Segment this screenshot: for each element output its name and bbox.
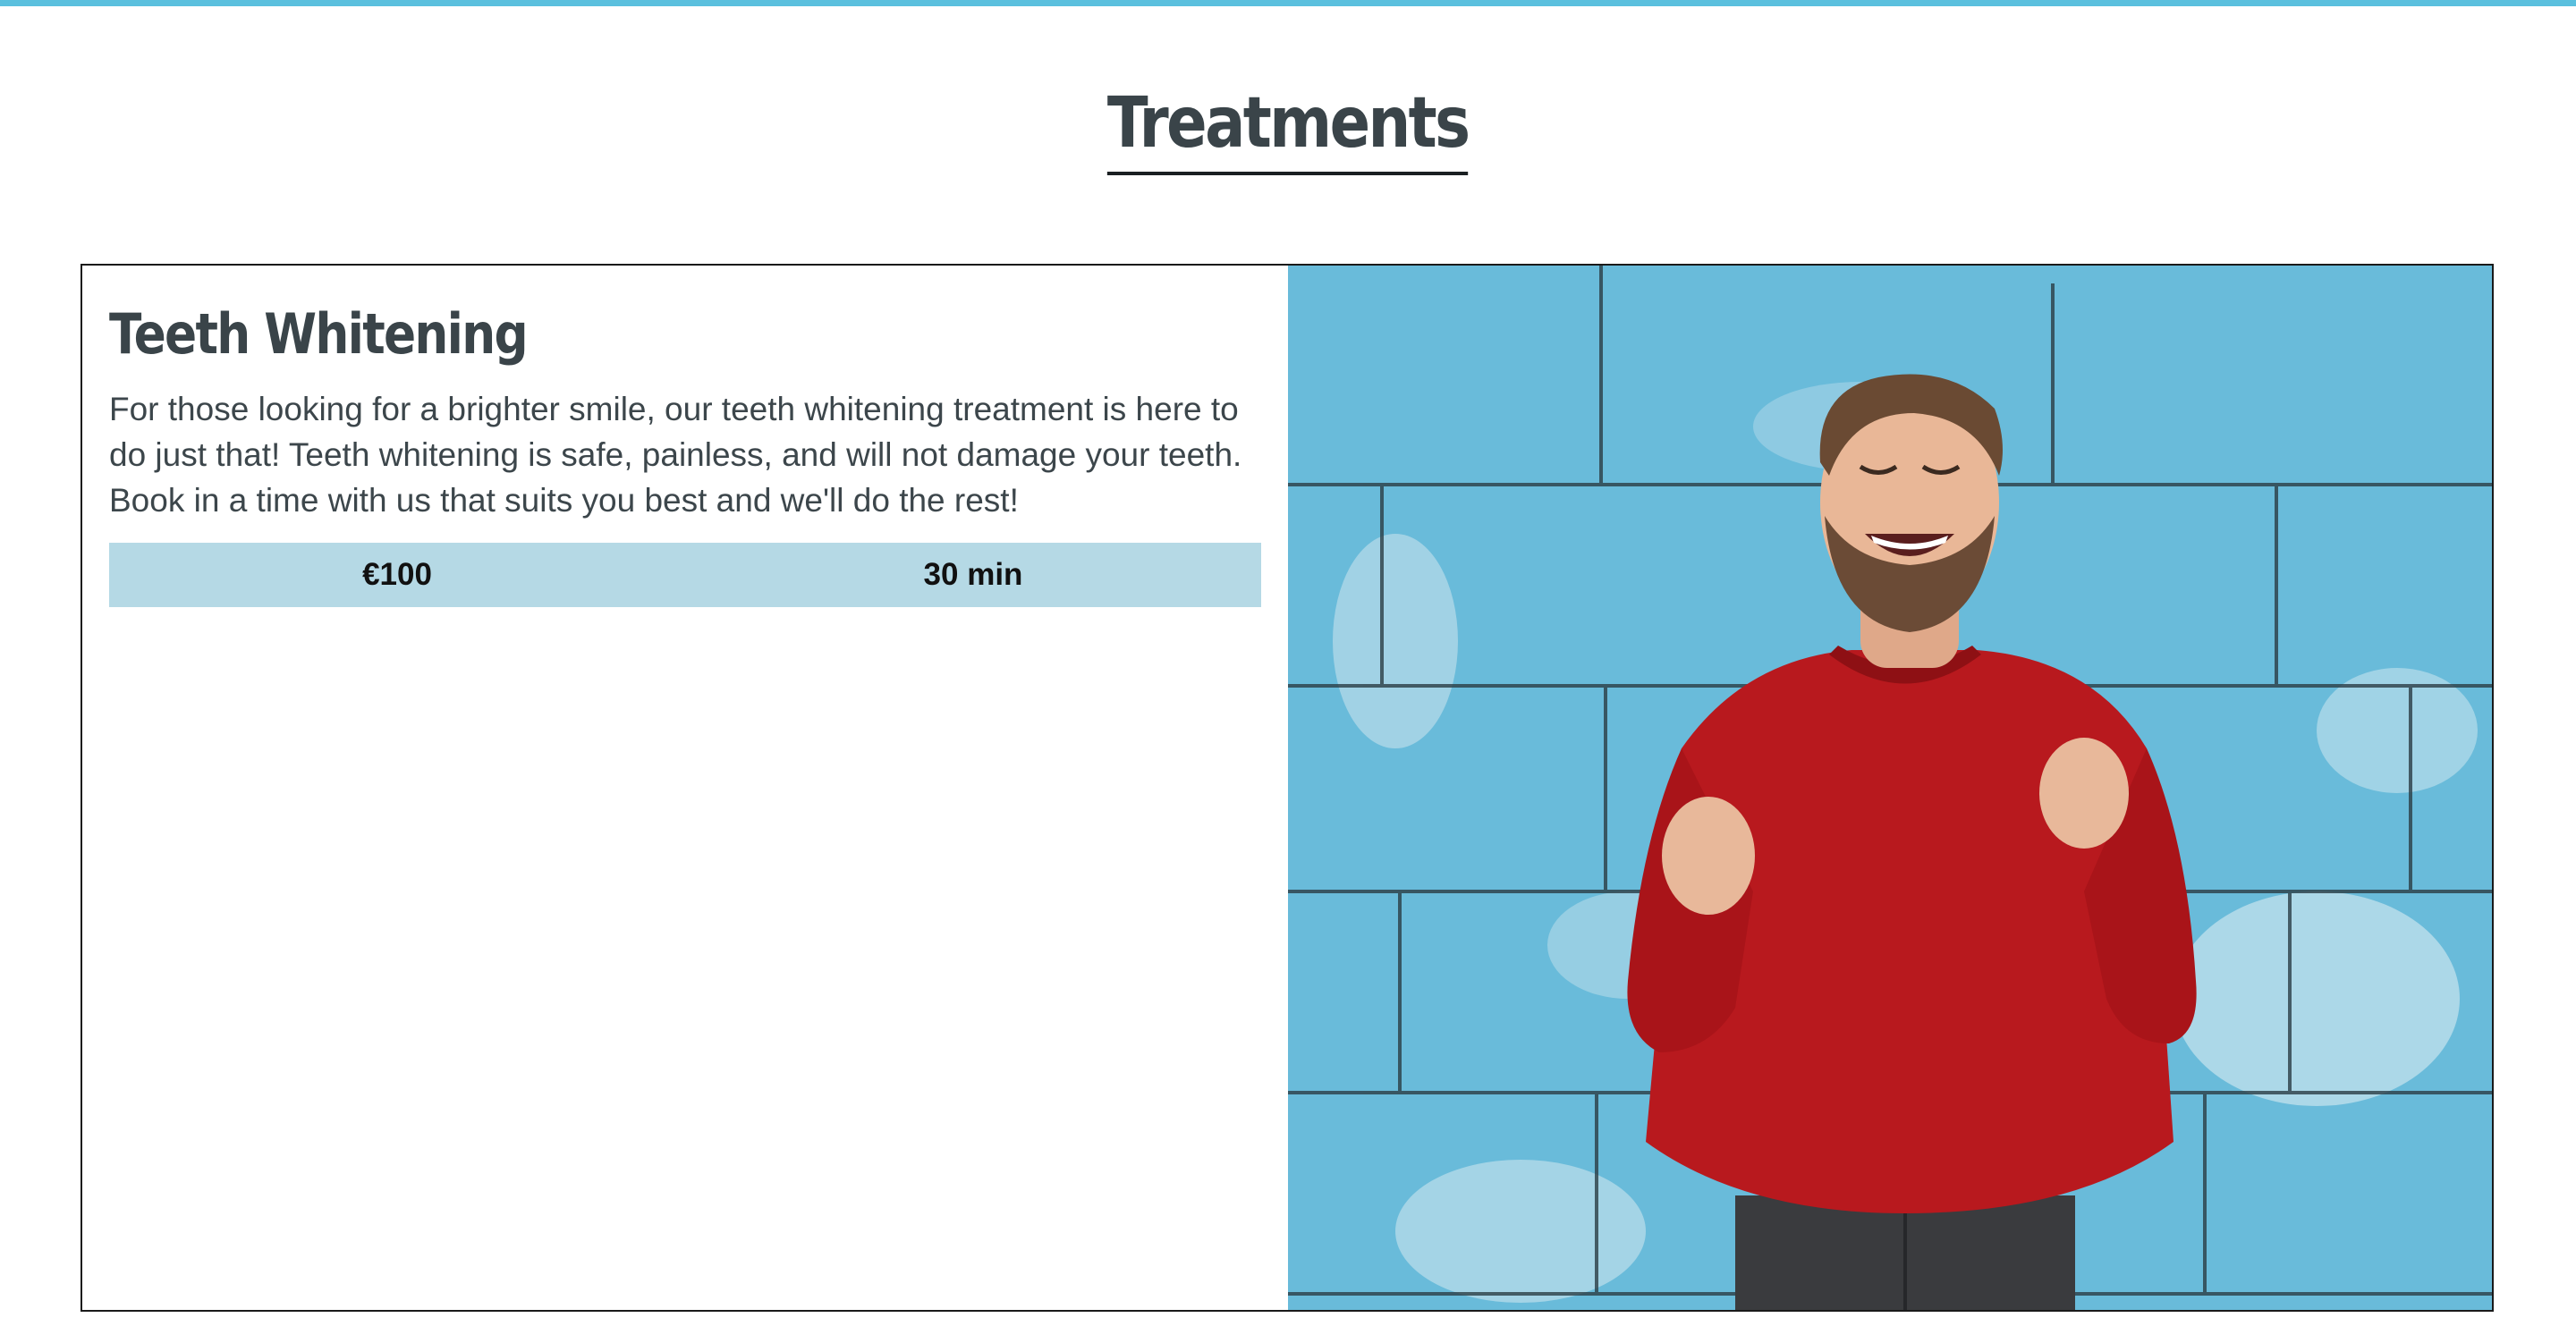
treatment-meta-row: €100 30 min — [109, 543, 1261, 607]
treatment-price: €100 — [362, 557, 432, 592]
treatment-card: Teeth Whitening For those looking for a … — [80, 264, 2494, 1312]
treatment-title: Teeth Whitening — [109, 301, 529, 367]
treatment-info: Teeth Whitening For those looking for a … — [82, 266, 1288, 1310]
treatment-image — [1288, 266, 2492, 1310]
top-accent-bar — [0, 0, 2576, 6]
page-title: Treatments — [1107, 80, 1470, 175]
photo-man-celebrating-icon — [1288, 266, 2492, 1310]
treatment-description: For those looking for a brighter smile, … — [109, 391, 1242, 519]
treatment-duration: 30 min — [923, 557, 1023, 592]
heading-container: Treatments — [0, 80, 2576, 175]
